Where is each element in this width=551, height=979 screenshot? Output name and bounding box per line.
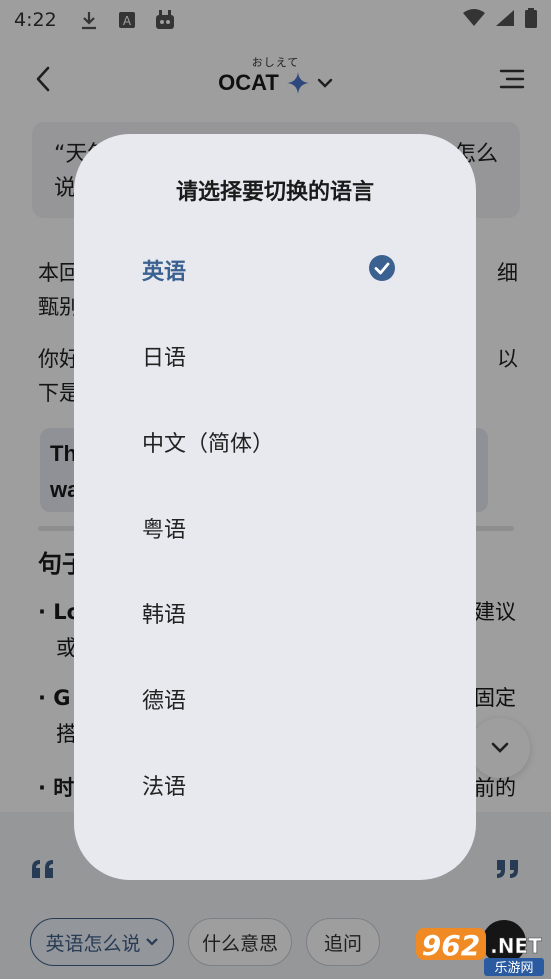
language-label: 德语 [142, 689, 187, 714]
language-label: 法语 [142, 775, 187, 800]
language-label: 韩语 [142, 603, 187, 628]
language-label: 粤语 [142, 518, 187, 543]
language-option-german[interactable]: 德语 [142, 679, 442, 719]
language-label: 英语 [142, 260, 187, 285]
language-option-english[interactable]: 英语 [142, 250, 442, 290]
language-option-cantonese[interactable]: 粤语 [142, 508, 442, 548]
language-option-korean[interactable]: 韩语 [142, 593, 442, 633]
language-select-dialog: 请选择要切换的语言 英语 日语 中文（简体） 粤语 韩语 德语 法语 [74, 134, 476, 880]
language-label: 中文（简体） [142, 432, 275, 457]
svg-text:962: 962 [422, 929, 480, 962]
language-option-chinese-simplified[interactable]: 中文（简体） [142, 422, 442, 462]
language-option-japanese[interactable]: 日语 [142, 336, 442, 376]
site-watermark-logo: 962 .NET 乐游网 [414, 924, 546, 976]
check-circle-icon [369, 255, 395, 281]
language-label: 日语 [142, 346, 187, 371]
svg-text:.NET: .NET [490, 934, 542, 958]
dialog-title: 请选择要切换的语言 [175, 180, 374, 205]
svg-text:乐游网: 乐游网 [494, 961, 533, 976]
language-option-french[interactable]: 法语 [142, 765, 442, 805]
